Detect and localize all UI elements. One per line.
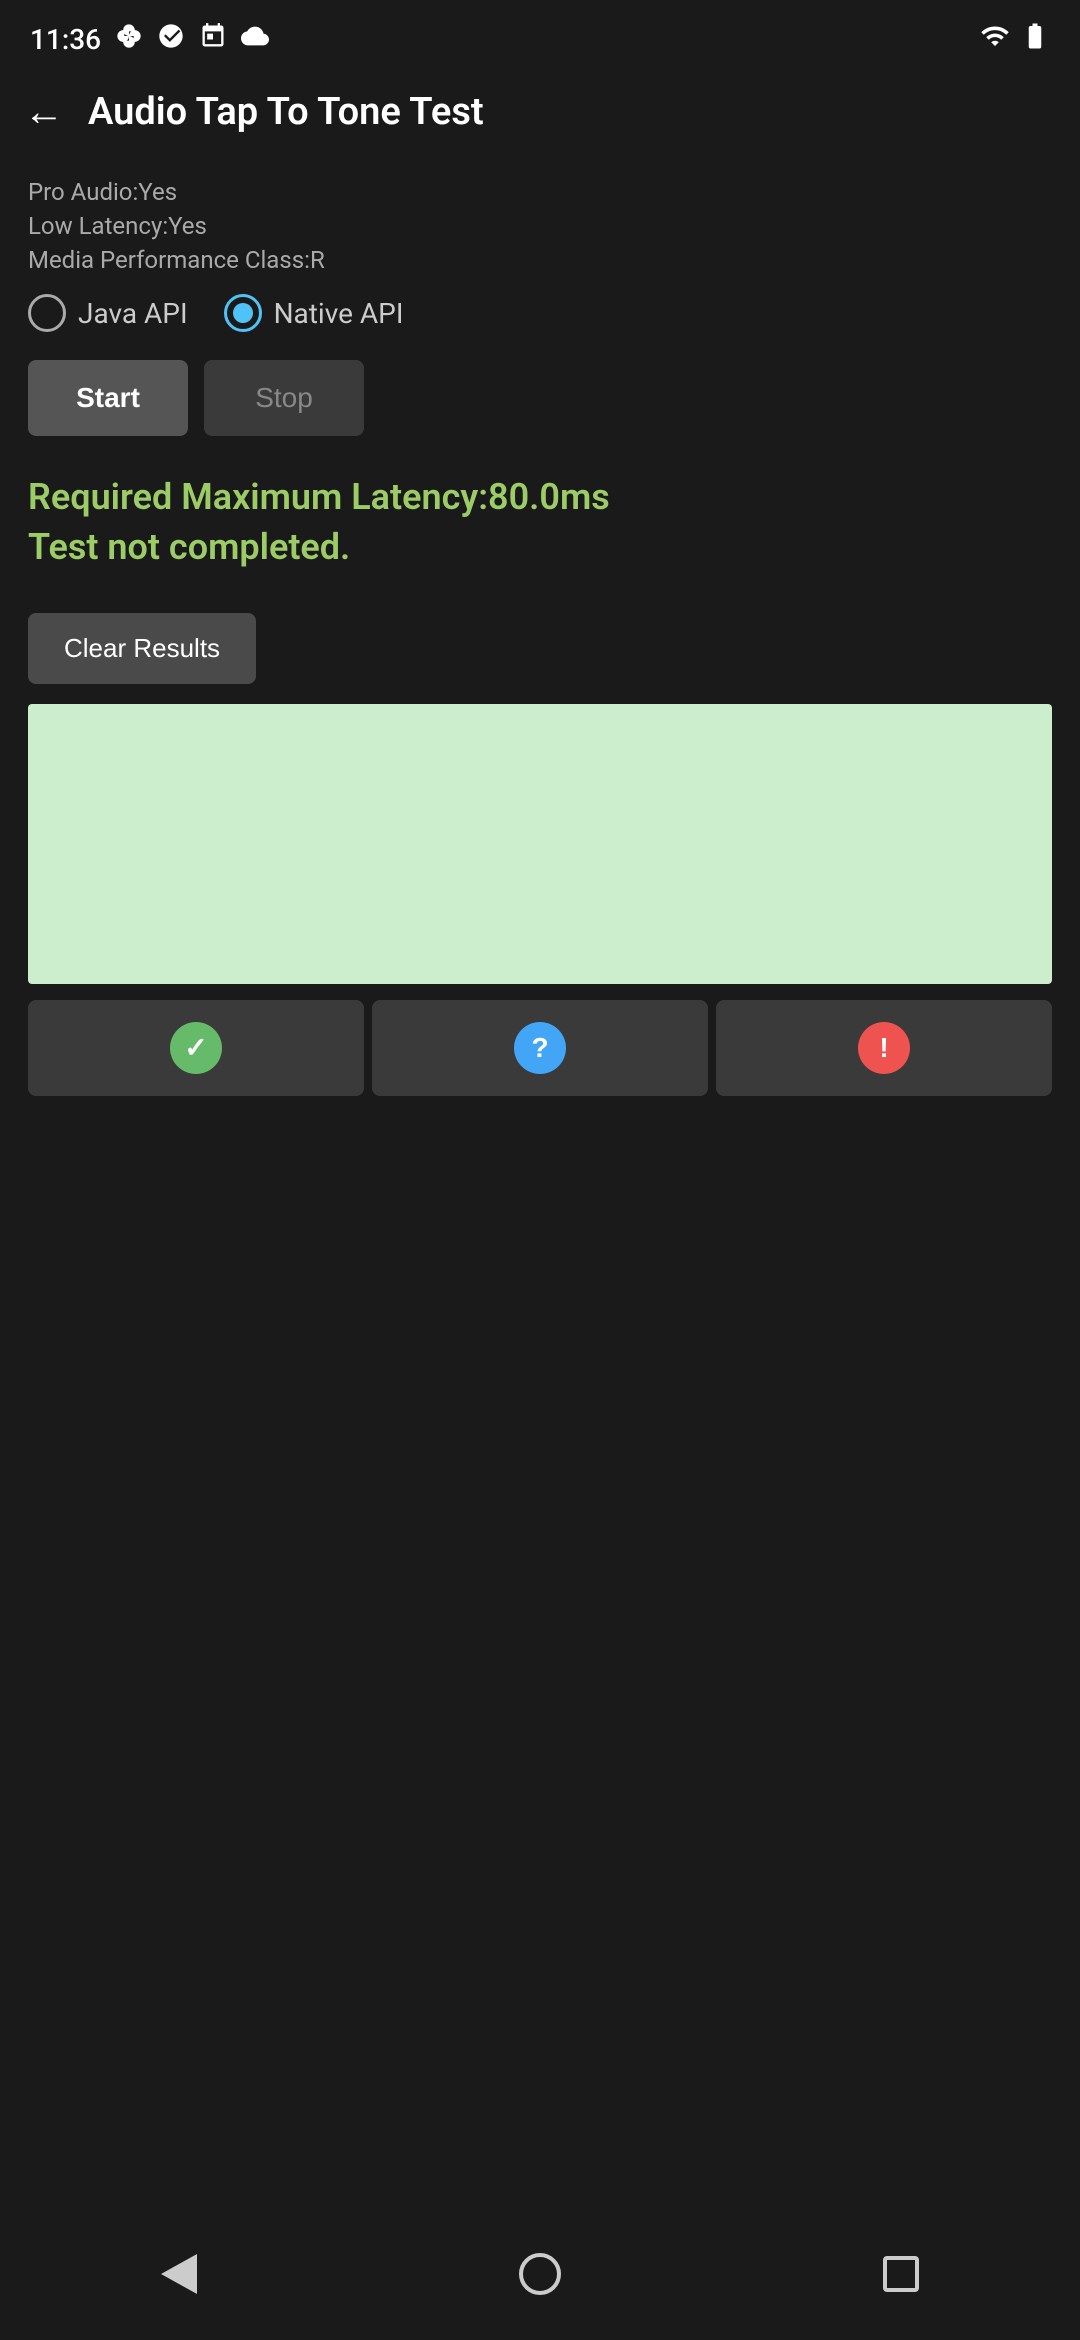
clear-results-button[interactable]: Clear Results bbox=[28, 613, 256, 684]
exclamation-icon: ! bbox=[858, 1022, 910, 1074]
wifi-icon bbox=[980, 21, 1010, 57]
fan-icon bbox=[115, 22, 143, 56]
checkmark-icon: ✓ bbox=[170, 1022, 222, 1074]
pass-status-button[interactable]: ✓ bbox=[28, 1000, 364, 1096]
status-bar-left: 11:36 bbox=[30, 22, 269, 56]
unknown-status-button[interactable]: ? bbox=[372, 1000, 708, 1096]
java-api-option[interactable]: Java API bbox=[28, 294, 188, 332]
question-icon: ? bbox=[514, 1022, 566, 1074]
status-bar-right bbox=[980, 21, 1050, 57]
result-section: Required Maximum Latency:80.0ms Test not… bbox=[28, 472, 1052, 573]
low-latency-label: Low Latency:Yes bbox=[28, 212, 1052, 240]
waveform-canvas bbox=[28, 704, 1052, 984]
google-icon bbox=[157, 22, 185, 56]
nav-back-icon bbox=[161, 2254, 197, 2294]
action-buttons: Start Stop bbox=[28, 360, 1052, 436]
pro-audio-label: Pro Audio:Yes bbox=[28, 178, 1052, 206]
main-content: Pro Audio:Yes Low Latency:Yes Media Perf… bbox=[0, 154, 1080, 1140]
fail-status-button[interactable]: ! bbox=[716, 1000, 1052, 1096]
cloud-icon bbox=[241, 22, 269, 56]
api-radio-group: Java API Native API bbox=[28, 294, 1052, 332]
nav-recent-button[interactable] bbox=[883, 2256, 919, 2292]
result-line1: Required Maximum Latency:80.0ms bbox=[28, 472, 1052, 522]
navigation-bar bbox=[0, 2220, 1080, 2340]
back-button[interactable]: ← bbox=[24, 92, 64, 132]
stop-button[interactable]: Stop bbox=[204, 360, 364, 436]
nav-recent-icon bbox=[883, 2256, 919, 2292]
native-api-option[interactable]: Native API bbox=[224, 294, 404, 332]
nav-back-button[interactable] bbox=[161, 2254, 197, 2294]
nav-home-button[interactable] bbox=[519, 2253, 561, 2295]
calendar-icon bbox=[199, 22, 227, 56]
java-api-radio[interactable] bbox=[28, 294, 66, 332]
start-button[interactable]: Start bbox=[28, 360, 188, 436]
pro-audio-info: Pro Audio:Yes Low Latency:Yes Media Perf… bbox=[28, 178, 1052, 274]
java-api-label: Java API bbox=[78, 297, 188, 330]
media-performance-label: Media Performance Class:R bbox=[28, 246, 1052, 274]
native-api-label: Native API bbox=[274, 297, 404, 330]
status-time: 11:36 bbox=[30, 23, 101, 56]
page-title: Audio Tap To Tone Test bbox=[88, 90, 484, 134]
status-buttons-row: ✓ ? ! bbox=[28, 1000, 1052, 1096]
app-bar: ← Audio Tap To Tone Test bbox=[0, 70, 1080, 154]
status-bar: 11:36 bbox=[0, 0, 1080, 70]
nav-home-icon bbox=[519, 2253, 561, 2295]
result-line2: Test not completed. bbox=[28, 522, 1052, 572]
battery-icon bbox=[1020, 21, 1050, 57]
native-api-radio[interactable] bbox=[224, 294, 262, 332]
